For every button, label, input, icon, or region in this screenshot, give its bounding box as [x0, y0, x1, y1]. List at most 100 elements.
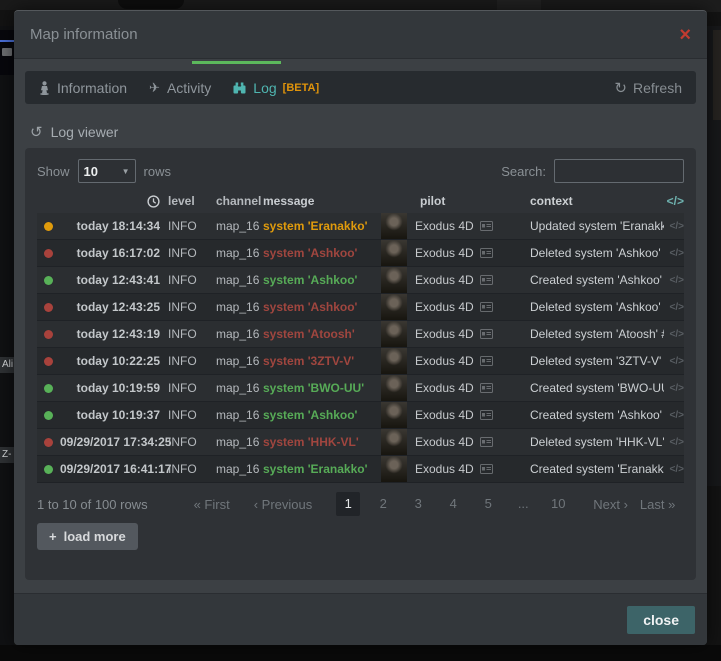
table-row[interactable]: today 10:22:25 INFO map_16 system '3ZTV-…	[37, 348, 684, 375]
chevron-down-icon: ▼	[122, 167, 130, 176]
code-icon[interactable]: </>	[664, 464, 684, 475]
rows-per-page-select[interactable]: 10 ▼	[78, 159, 136, 183]
pilot-avatar	[381, 294, 407, 320]
code-icon[interactable]: </>	[664, 356, 684, 367]
close-button[interactable]: close	[627, 606, 695, 634]
pilot-name: Exodus 4D	[415, 354, 474, 368]
search-input[interactable]	[554, 159, 684, 183]
tab-activity[interactable]: ✈ Activity	[149, 80, 211, 96]
message-column-header[interactable]: message	[263, 194, 381, 208]
background-map-node	[2, 48, 12, 56]
log-context: Deleted system 'Atoosh' #…	[530, 327, 664, 341]
log-context: Created system 'Eranakko…	[530, 462, 664, 476]
pagination-page-3[interactable]: 3	[406, 492, 430, 516]
code-icon[interactable]: </>	[664, 410, 684, 421]
tab-label: Information	[57, 80, 127, 96]
close-icon[interactable]: ×	[679, 25, 691, 45]
table-row[interactable]: today 12:43:41 INFO map_16 system 'Ashko…	[37, 267, 684, 294]
table-controls: Show 10 ▼ rows Search:	[37, 156, 684, 186]
id-card-icon	[480, 410, 493, 420]
pagination-page-5[interactable]: 5	[476, 492, 500, 516]
channel-column-header[interactable]: channel	[216, 194, 263, 208]
table-row[interactable]: 09/29/2017 16:41:17 INFO map_16 system '…	[37, 456, 684, 483]
context-column-header[interactable]: context	[530, 194, 664, 208]
log-channel: map_16	[216, 219, 263, 233]
pilot-avatar	[381, 402, 407, 428]
table-row[interactable]: 09/29/2017 17:34:25 INFO map_16 system '…	[37, 429, 684, 456]
table-row[interactable]: today 10:19:37 INFO map_16 system 'Ashko…	[37, 402, 684, 429]
plane-icon: ✈	[149, 80, 160, 96]
table-body: today 18:14:34 INFO map_16 system 'Erana…	[37, 213, 684, 483]
tab-information[interactable]: Information	[39, 80, 127, 96]
code-icon[interactable]: </>	[664, 221, 684, 232]
log-channel: map_16	[216, 246, 263, 260]
load-more-button[interactable]: + load more	[37, 523, 138, 550]
log-level: INFO	[168, 219, 216, 233]
code-icon[interactable]: </>	[664, 302, 684, 313]
log-level: INFO	[168, 435, 216, 449]
background-bottom-strip	[0, 645, 721, 661]
pagination-page-1[interactable]: 1	[336, 492, 360, 516]
pagination-next[interactable]: Next ›	[593, 497, 628, 512]
background-tab-blob	[118, 0, 184, 9]
log-channel: map_16	[216, 408, 263, 422]
status-cell	[37, 303, 60, 312]
table-row[interactable]: today 12:43:25 INFO map_16 system 'Ashko…	[37, 294, 684, 321]
log-viewer-heading: ↺ Log viewer	[30, 123, 118, 141]
id-card-icon	[480, 221, 493, 231]
level-column-header[interactable]: level	[168, 194, 216, 208]
pilot-name: Exodus 4D	[415, 327, 474, 341]
pilot-name: Exodus 4D	[415, 435, 474, 449]
table-row[interactable]: today 16:17:02 INFO map_16 system 'Ashko…	[37, 240, 684, 267]
log-message: system 'Eranakko'	[263, 462, 381, 476]
pagination-first[interactable]: « First	[194, 497, 230, 512]
pilot-column-header[interactable]: pilot	[381, 194, 530, 208]
tab-log[interactable]: Log [BETA]	[233, 80, 319, 96]
pagination-page-2[interactable]: 2	[371, 492, 395, 516]
pilot-avatar	[381, 375, 407, 401]
modal-header: Map information ×	[14, 11, 707, 59]
tab-bar: Information ✈ Activity Log [BETA] ↻ Refr…	[25, 71, 696, 104]
status-cell	[37, 330, 60, 339]
pilot-name: Exodus 4D	[415, 462, 474, 476]
pilot-cell: Exodus 4D	[381, 429, 530, 455]
log-level: INFO	[168, 327, 216, 341]
background-map-connection	[0, 40, 14, 42]
table-row[interactable]: today 18:14:34 INFO map_16 system 'Erana…	[37, 213, 684, 240]
log-viewer-panel: Show 10 ▼ rows Search: level channel mes…	[25, 148, 696, 580]
time-column-header[interactable]	[60, 194, 160, 208]
log-level: INFO	[168, 381, 216, 395]
status-dot-icon	[44, 411, 53, 420]
pagination-last[interactable]: Last »	[640, 497, 675, 512]
map-information-modal: Map information × Information ✈ Activity…	[14, 10, 707, 645]
search-wrap: Search:	[501, 159, 684, 183]
pilot-cell: Exodus 4D	[381, 321, 530, 347]
pilot-avatar	[381, 240, 407, 266]
pagination-page-10[interactable]: 10	[546, 492, 570, 516]
pagination-previous[interactable]: ‹ Previous	[254, 497, 313, 512]
plus-icon: +	[49, 529, 57, 544]
log-channel: map_16	[216, 327, 263, 341]
pilot-avatar	[381, 429, 407, 455]
pilot-avatar	[381, 348, 407, 374]
table-header-row: level channel message pilot context </>	[37, 189, 684, 213]
background-rect	[497, 0, 541, 10]
pilot-cell: Exodus 4D	[381, 267, 530, 293]
rows-select-value: 10	[84, 164, 98, 179]
log-channel: map_16	[216, 273, 263, 287]
code-icon[interactable]: </>	[664, 437, 684, 448]
table-row[interactable]: today 10:19:59 INFO map_16 system 'BWO-U…	[37, 375, 684, 402]
status-dot-icon	[44, 330, 53, 339]
log-channel: map_16	[216, 300, 263, 314]
table-row[interactable]: today 12:43:19 INFO map_16 system 'Atoos…	[37, 321, 684, 348]
code-icon[interactable]: </>	[664, 248, 684, 259]
log-channel: map_16	[216, 381, 263, 395]
log-context: Created system 'Ashkoo' …	[530, 408, 664, 422]
code-icon[interactable]: </>	[664, 383, 684, 394]
load-more-label: load more	[64, 529, 126, 544]
code-icon[interactable]: </>	[664, 329, 684, 340]
code-icon[interactable]: </>	[664, 275, 684, 286]
refresh-button[interactable]: ↻ Refresh	[614, 79, 682, 97]
pagination-page-4[interactable]: 4	[441, 492, 465, 516]
pagination-ellipsis: ...	[511, 492, 535, 516]
